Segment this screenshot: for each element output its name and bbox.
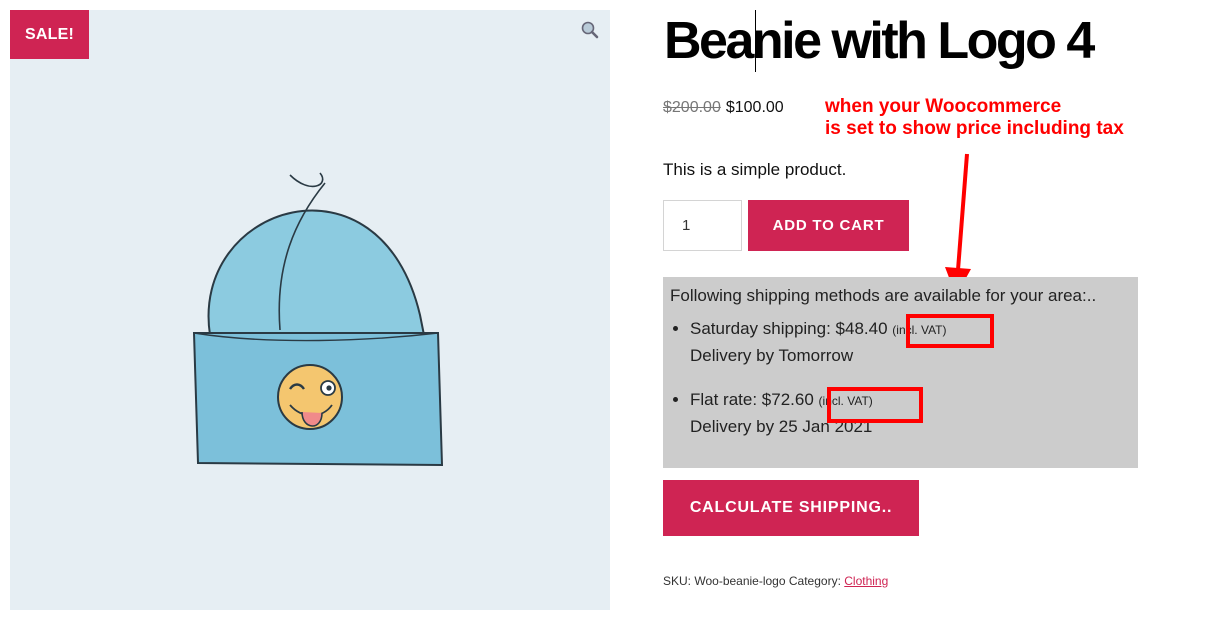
product-title: Beanie with Logo 4 <box>664 12 1095 70</box>
category-link[interactable]: Clothing <box>844 574 888 588</box>
shipping-method-label: Saturday shipping: $48.40 <box>690 319 888 338</box>
magnifier-icon[interactable] <box>580 20 600 40</box>
category-label: Category: <box>788 574 841 588</box>
annotation-text: when your Woocommerce is set to show pri… <box>825 96 1124 140</box>
regular-price: $200.00 <box>663 99 721 116</box>
shipping-heading: Following shipping methods are available… <box>670 286 1097 305</box>
sale-badge: SALE! <box>10 10 89 59</box>
quantity-input[interactable] <box>663 200 742 251</box>
vat-highlight-box <box>906 314 994 348</box>
product-image-beanie[interactable] <box>180 165 450 480</box>
annotation-line-2: is set to show price including tax <box>825 118 1124 139</box>
price: $200.00 $100.00 <box>663 99 784 117</box>
sale-price: $100.00 <box>725 99 784 116</box>
short-description: This is a simple product. <box>663 160 847 179</box>
sku-value: Woo-beanie-logo <box>694 574 786 588</box>
vat-highlight-box <box>827 387 923 423</box>
text-cursor <box>755 10 756 72</box>
product-meta: SKU: Woo-beanie-logo Category: Clothing <box>663 574 888 588</box>
annotation-line-1: when your Woocommerce <box>825 96 1062 117</box>
product-gallery: SALE! <box>10 10 610 610</box>
calculate-shipping-button[interactable]: CALCULATE SHIPPING.. <box>663 480 919 536</box>
sku-label: SKU: <box>663 574 692 588</box>
shipping-method-label: Flat rate: $72.60 <box>690 390 814 409</box>
shipping-methods-box: Following shipping methods are available… <box>663 277 1138 468</box>
delivery-estimate: Delivery by Tomorrow <box>690 346 854 365</box>
add-to-cart-button[interactable]: ADD TO CART <box>748 200 909 251</box>
